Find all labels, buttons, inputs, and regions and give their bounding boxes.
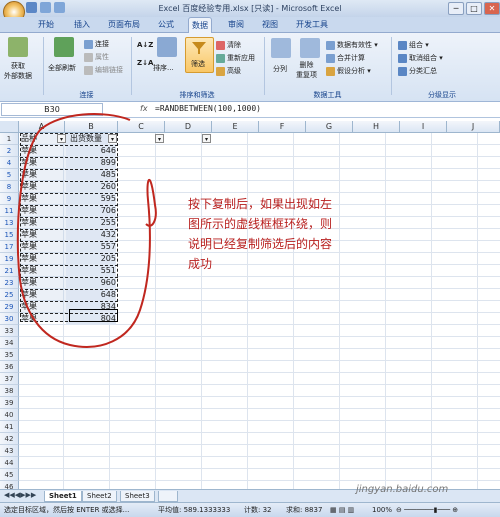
status-sum: 求和: 8837 <box>286 506 323 514</box>
zoom-slider[interactable]: ⊖ ───────▮─── ⊕ <box>396 503 458 517</box>
status-bar: 选定目标区域，然后按 ENTER 或选择... 平均值: 589.1333333… <box>0 502 500 517</box>
status-message: 选定目标区域，然后按 ENTER 或选择... <box>4 506 130 514</box>
sheet-tab-2[interactable]: Sheet2 <box>82 491 117 502</box>
sheet-nav-arrows-icon[interactable]: ◀◀◀▶▶▶ <box>4 491 36 499</box>
new-sheet-icon[interactable] <box>158 491 178 502</box>
zoom-level[interactable]: 100% <box>372 503 392 517</box>
watermark: jingyan.baidu.com <box>356 484 449 495</box>
sheet-tab-1[interactable]: Sheet1 <box>44 491 82 502</box>
annotation-note: 按下复制后，如果出现如左图所示的虚线框框环绕，则说明已经复制筛选后的内容成功 <box>188 197 333 271</box>
sheet-tab-3[interactable]: Sheet3 <box>120 491 155 502</box>
status-average: 平均值: 589.1333333 <box>158 506 231 514</box>
status-count: 计数: 32 <box>244 506 272 514</box>
view-buttons-icon[interactable]: ▦ ▤ ▥ <box>330 503 354 517</box>
